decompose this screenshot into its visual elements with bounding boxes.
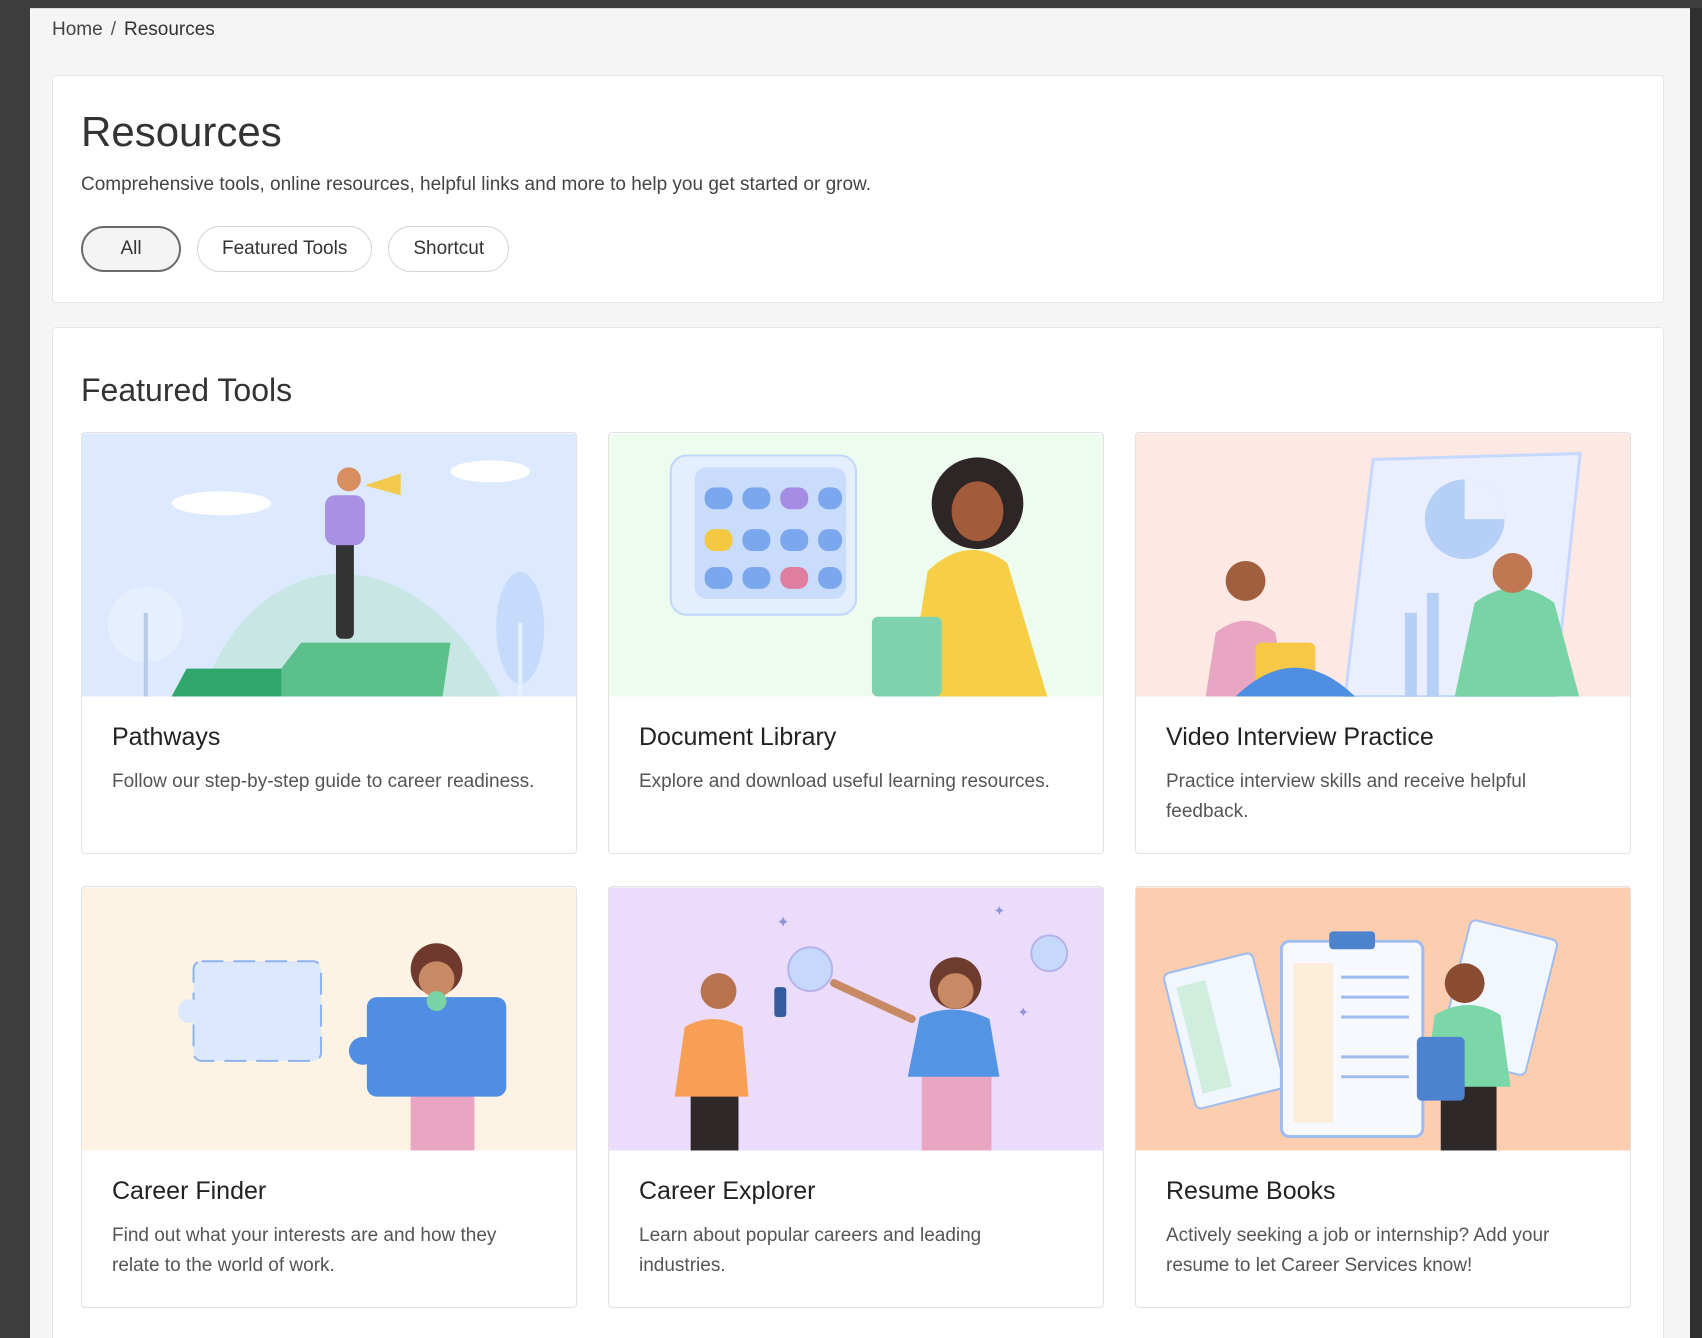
tool-card-document-library[interactable]: Document Library Explore and download us… [608, 432, 1104, 854]
tool-description: Actively seeking a job or internship? Ad… [1166, 1225, 1550, 1276]
breadcrumb-home-link[interactable]: Home [52, 19, 103, 40]
featured-tools-section: Featured Tools Pathways Follow our step-… [52, 327, 1664, 1338]
page-title: Resources [81, 108, 282, 155]
filter-chip-all[interactable]: All [81, 226, 181, 272]
tool-card-video-interview-practice[interactable]: Video Interview Practice Practice interv… [1135, 432, 1631, 854]
tool-card-career-finder[interactable]: Career Finder Find out what your interes… [81, 886, 577, 1308]
breadcrumb: Home / Resources [52, 19, 215, 41]
tool-card-career-explorer[interactable]: ✦ ✦ ✦ Career Explorer Learn about popula… [608, 886, 1104, 1308]
resources-header-card: Resources Comprehensive tools, online re… [52, 75, 1664, 303]
career-explorer-illustration: ✦ ✦ ✦ [609, 887, 1103, 1151]
window-scroll-edge [1690, 8, 1702, 1338]
page-subtitle: Comprehensive tools, online resources, h… [81, 174, 871, 195]
tool-name: Pathways [112, 723, 221, 751]
svg-text:✦: ✦ [993, 903, 1005, 919]
tool-name: Document Library [639, 723, 837, 751]
tool-name: Career Explorer [639, 1177, 816, 1205]
breadcrumb-current: Resources [123, 19, 215, 40]
tool-description: Explore and download useful learning res… [639, 771, 1050, 792]
career-finder-illustration [82, 887, 576, 1151]
filter-chips: All Featured Tools Shortcut [81, 226, 510, 272]
tool-card-pathways[interactable]: Pathways Follow our step-by-step guide t… [81, 432, 577, 854]
page-frame: Home / Resources Resources Comprehensive t… [30, 8, 1690, 1338]
tool-name: Career Finder [112, 1177, 267, 1205]
video-interview-illustration [1136, 433, 1630, 697]
svg-text:✦: ✦ [776, 912, 789, 931]
tool-name: Video Interview Practice [1166, 723, 1434, 751]
pathways-illustration [82, 433, 576, 697]
tool-name: Resume Books [1166, 1177, 1336, 1205]
resume-books-illustration [1136, 887, 1630, 1151]
breadcrumb-separator: / [110, 19, 116, 40]
filter-chip-shortcut[interactable]: Shortcut [388, 226, 510, 272]
section-title: Featured Tools [81, 372, 293, 408]
tool-description: Practice interview skills and receive he… [1166, 771, 1527, 822]
svg-text:✦: ✦ [1017, 1005, 1029, 1021]
filter-chip-featured-tools[interactable]: Featured Tools [197, 226, 373, 272]
tool-card-resume-books[interactable]: Resume Books Actively seeking a job or i… [1135, 886, 1631, 1308]
tool-description: Find out what your interests are and how… [112, 1225, 497, 1276]
tool-description: Learn about popular careers and leading … [639, 1225, 982, 1276]
tool-description: Follow our step-by-step guide to career … [112, 771, 535, 792]
document-library-illustration [609, 433, 1103, 697]
